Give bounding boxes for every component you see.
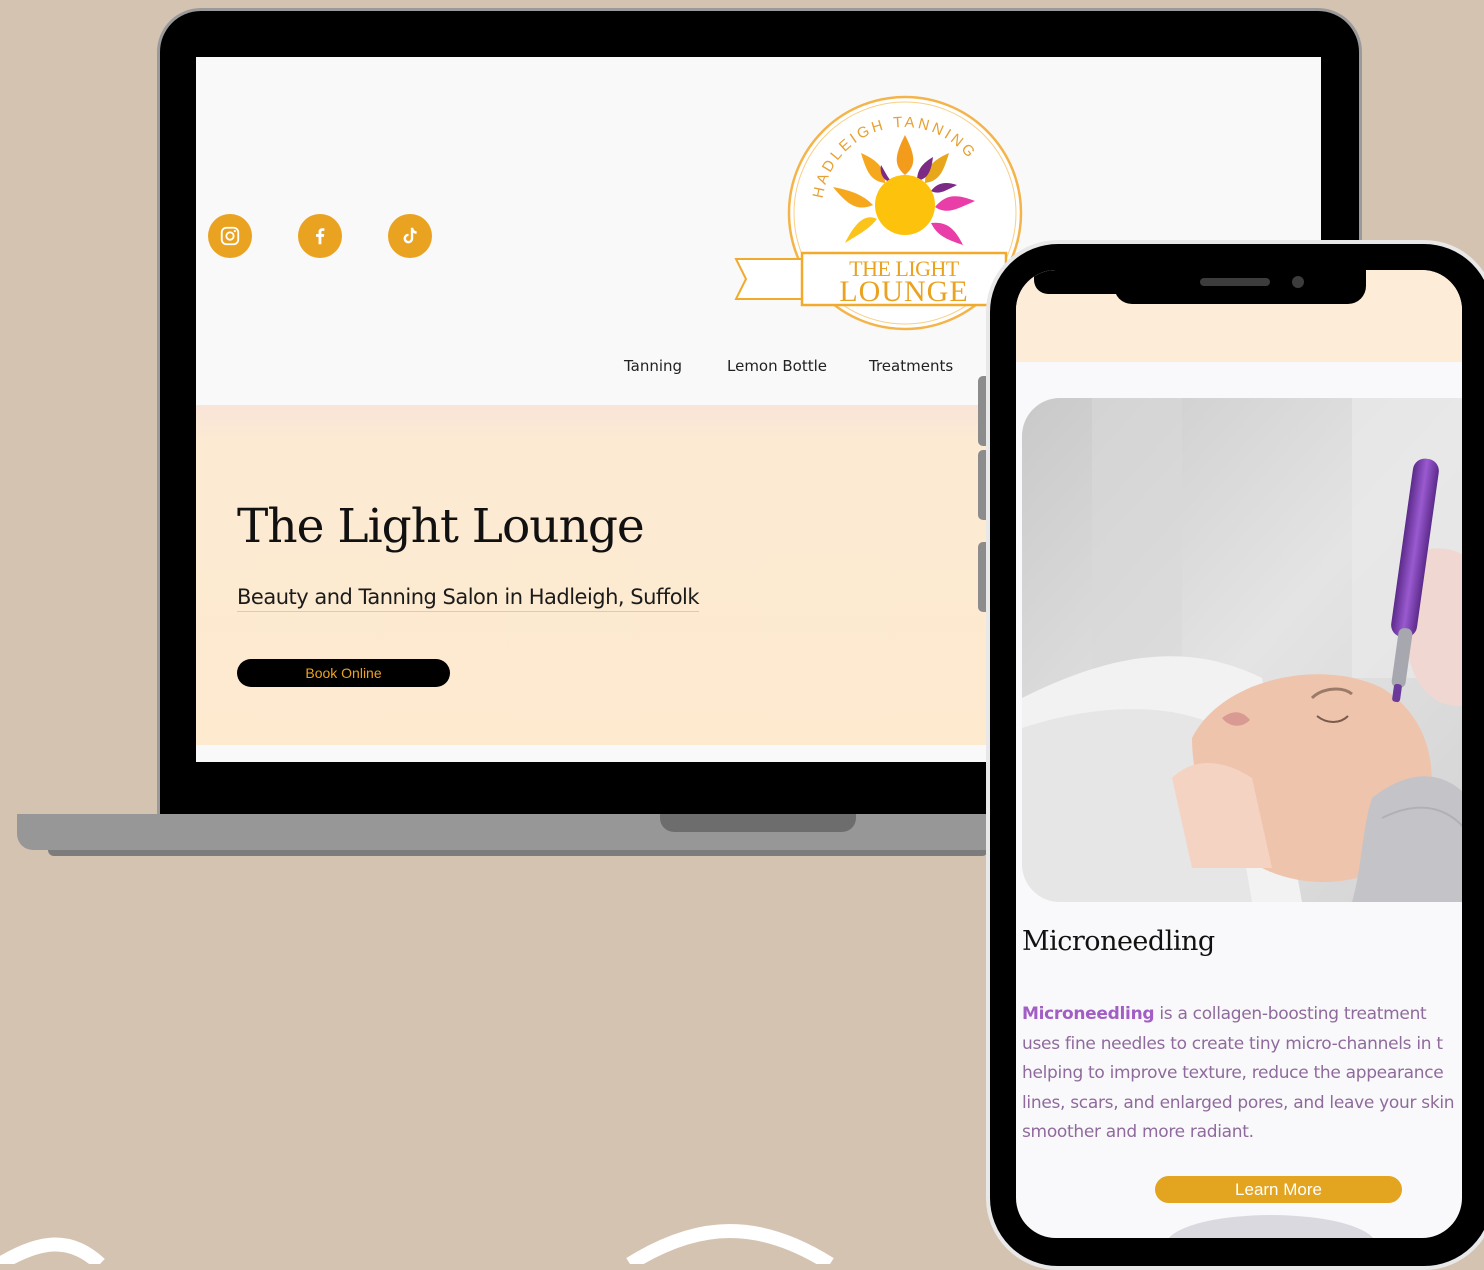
hero-title: The Light Lounge [237,499,645,554]
decorative-wave [0,1224,834,1264]
nav-treatments[interactable]: Treatments [869,357,953,375]
laptop-notch [660,814,856,832]
book-online-button[interactable]: Book Online [237,659,450,687]
logo-line-2: LOUNGE [839,275,969,308]
next-section-hint [1166,1215,1376,1238]
tiktok-icon [403,227,417,244]
instagram-link[interactable] [208,214,252,258]
microneedling-photo [1022,398,1462,902]
description-line: is a collagen-boosting treatment [1154,1004,1427,1024]
description-line: smoother and more radiant. [1022,1122,1254,1143]
laptop-base-edge [48,850,988,856]
learn-more-button[interactable]: Learn More [1155,1176,1402,1203]
facebook-icon [316,228,325,245]
mobile-screen: B [1016,270,1462,1238]
hero-subtitle: Beauty and Tanning Salon in Hadleigh, Su… [237,585,700,612]
microneedling-description: Microneedling is a collagen-boosting tre… [1022,1000,1462,1148]
microneedling-lead: Microneedling [1022,1004,1155,1024]
phone-speaker [1200,278,1270,286]
description-line: helping to improve texture, reduce the a… [1022,1063,1444,1084]
laptop-base [17,814,1017,850]
phone-camera [1292,276,1304,288]
facebook-link[interactable] [298,214,342,258]
tiktok-link[interactable] [388,214,432,258]
description-line: uses fine needles to create tiny micro-c… [1022,1033,1443,1054]
nav-lemon-bottle[interactable]: Lemon Bottle [727,357,827,375]
microneedling-title: Microneedling [1022,926,1215,957]
description-line: lines, scars, and enlarged pores, and le… [1022,1092,1455,1113]
instagram-icon [220,226,240,246]
nav-tanning[interactable]: Tanning [624,357,682,375]
